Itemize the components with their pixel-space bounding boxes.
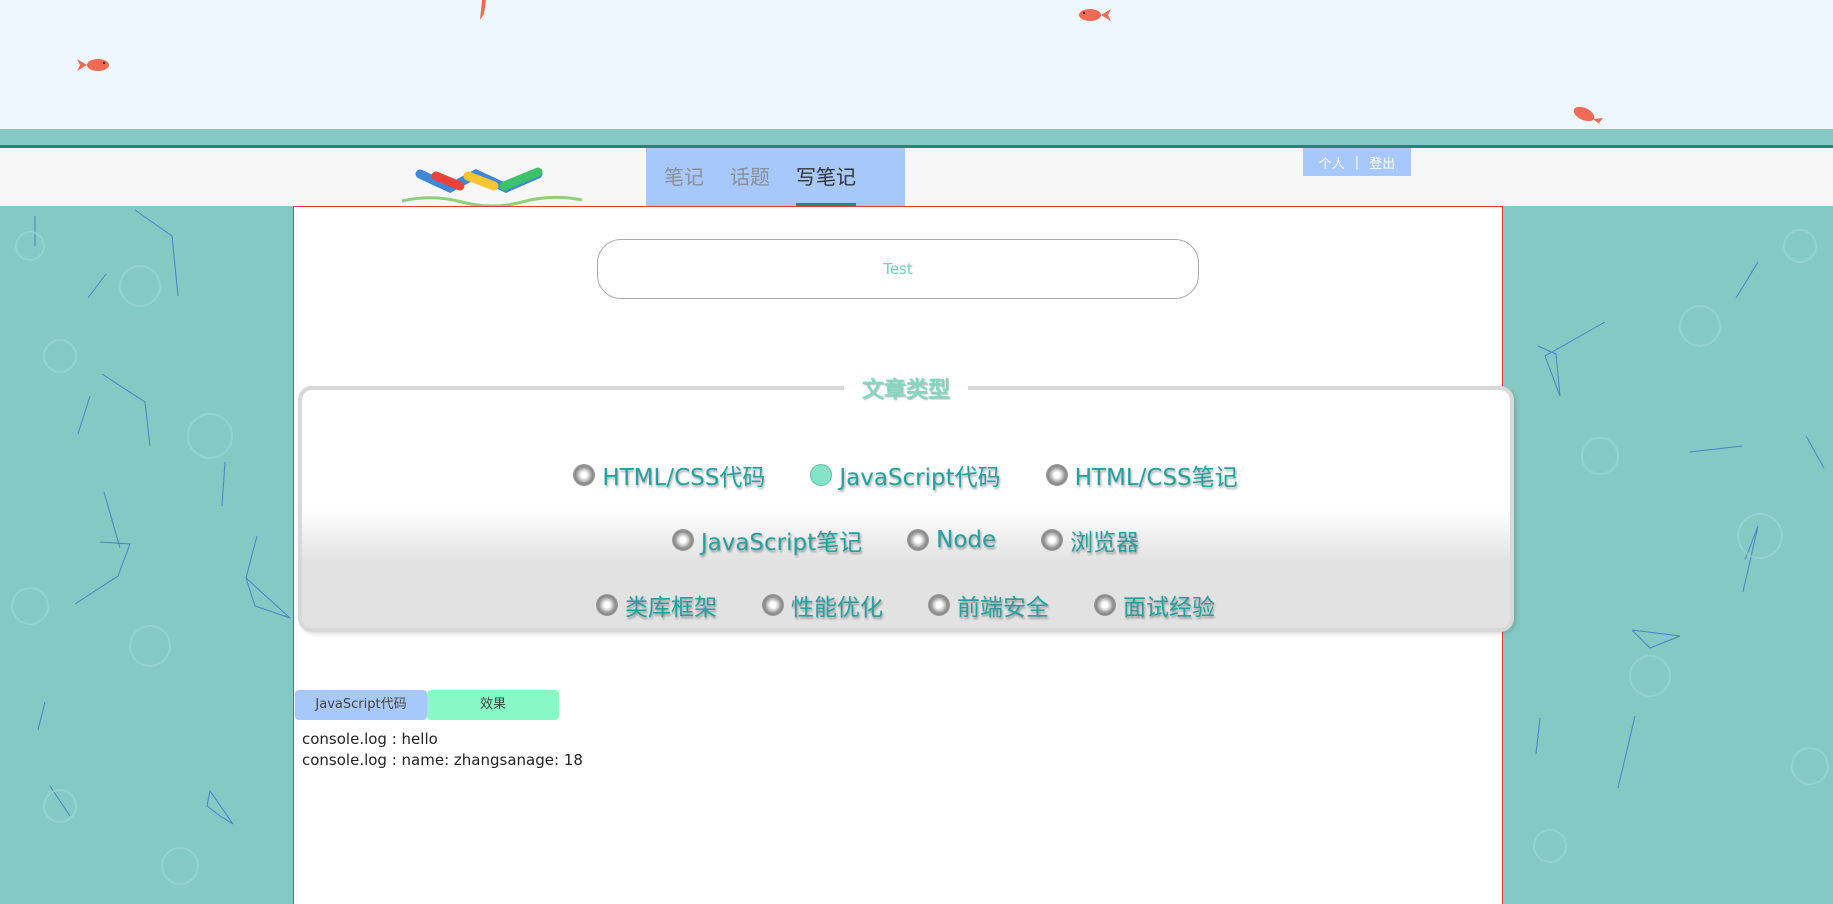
type-option-label: Node [936,527,997,553]
type-option-security[interactable]: 前端安全 [929,588,1049,622]
radio-icon[interactable] [1046,465,1067,485]
nav-tab-topics[interactable]: 话题 [730,148,770,206]
fish-icon [1079,9,1111,21]
radio-icon[interactable] [1095,595,1115,615]
type-option-label: 前端安全 [957,595,1049,621]
type-option-browser[interactable]: 浏览器 [1042,523,1139,557]
type-option-frameworks[interactable]: 类库框架 [597,588,717,622]
site-logo [401,167,583,208]
radio-icon[interactable] [1042,530,1063,550]
fish-icon [77,59,109,71]
type-row: HTML/CSS代码 JavaScript代码 HTML/CSS笔记 [302,458,1510,492]
nav-tab-write-note[interactable]: 写笔记 [796,148,856,206]
article-type-group: 文章类型 HTML/CSS代码 JavaScript代码 HTML/CSS笔记 … [298,372,1514,632]
radio-checked-icon[interactable] [811,465,832,485]
profile-link[interactable]: 个人 [1319,153,1345,172]
top-navbar: 笔记 话题 写笔记 个人 | 登出 [0,148,1833,208]
type-row: 类库框架 性能优化 前端安全 面试经验 [302,588,1510,622]
type-option-label: HTML/CSS代码 [602,465,766,491]
nav-tab-notes[interactable]: 笔记 [664,148,704,206]
type-option-label: 类库框架 [625,595,717,621]
type-option-label: JavaScript代码 [839,465,1001,491]
effect-tab[interactable]: 效果 [427,690,559,720]
type-option-label: JavaScript笔记 [700,530,863,556]
radio-icon[interactable] [672,530,693,550]
type-option-javascript-notes[interactable]: JavaScript笔记 [672,523,863,557]
logout-link[interactable]: 登出 [1369,153,1395,172]
radio-icon[interactable] [597,595,617,615]
note-title-input[interactable] [597,239,1199,299]
type-option-label: HTML/CSS笔记 [1074,465,1238,491]
user-menu: 个人 | 登出 [1303,148,1411,176]
type-option-html-css-notes[interactable]: HTML/CSS笔记 [1046,458,1238,492]
console-output: console.log : hello console.log : name: … [302,729,583,771]
type-option-label: 浏览器 [1070,530,1140,556]
type-option-label: 性能优化 [791,595,883,621]
radio-icon[interactable] [908,530,929,550]
header-strip [0,129,1833,148]
console-line: console.log : name: zhangsanage: 18 [302,751,583,769]
user-menu-separator: | [1354,154,1360,170]
main-nav-tabs: 笔记 话题 写笔记 [646,148,905,206]
type-option-html-css-code[interactable]: HTML/CSS代码 [574,458,765,492]
javascript-code-tab[interactable]: JavaScript代码 [295,690,427,720]
output-tabs: JavaScript代码 效果 [295,690,559,720]
type-option-node[interactable]: Node [908,523,996,557]
editor-panel: 文章类型 HTML/CSS代码 JavaScript代码 HTML/CSS笔记 … [293,206,1514,904]
type-option-label: 面试经验 [1123,595,1215,621]
fish-icon [1573,106,1603,126]
type-option-performance[interactable]: 性能优化 [763,588,883,622]
type-option-interview[interactable]: 面试经验 [1095,588,1215,622]
radio-icon[interactable] [929,595,949,615]
radio-icon[interactable] [763,595,783,615]
fish-icon [480,0,486,20]
type-row: JavaScript笔记 Node 浏览器 [302,523,1510,557]
article-type-legend: 文章类型 [861,378,950,403]
console-line: console.log : hello [302,730,438,748]
radio-icon[interactable] [574,465,595,485]
header-sky [0,0,1833,129]
type-option-javascript-code[interactable]: JavaScript代码 [811,458,1001,492]
